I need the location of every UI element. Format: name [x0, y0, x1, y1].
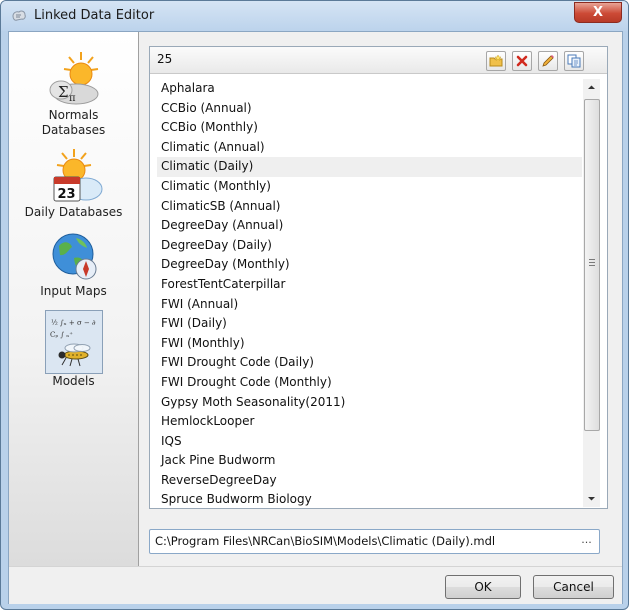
- list-item[interactable]: Gypsy Moth Seasonality(2011): [157, 393, 582, 413]
- list-item[interactable]: CCBio (Annual): [157, 99, 582, 119]
- edit-pencil-icon: [542, 55, 554, 67]
- svg-text:½ ∫ₓ + σ − ∂: ½ ∫ₓ + σ − ∂: [51, 319, 96, 327]
- model-list[interactable]: Aphalara CCBio (Annual) CCBio (Monthly) Cli…: [157, 79, 582, 507]
- list-item[interactable]: Climatic (Monthly): [157, 177, 582, 197]
- scroll-thumb[interactable]: [584, 99, 600, 431]
- list-item[interactable]: IQS: [157, 432, 582, 452]
- svg-text:π: π: [69, 93, 76, 104]
- chevron-up-icon: [588, 85, 595, 89]
- normals-sun-sigma-icon: Σ π: [49, 52, 98, 105]
- models-selected-frame: ½ ∫ₓ + σ − ∂ Cₚ ∫ ₙ⁺: [44, 310, 103, 374]
- svg-text:Cₚ ∫ ₙ⁺: Cₚ ∫ ₙ⁺: [50, 331, 73, 339]
- scroll-up-button[interactable]: [583, 79, 600, 96]
- sidebar-item-input-maps[interactable]: Input Maps: [9, 228, 138, 299]
- list-item[interactable]: Climatic (Daily): [157, 157, 582, 177]
- list-scrollbar[interactable]: [583, 79, 600, 507]
- delete-icon: [516, 55, 528, 67]
- new-folder-icon: [489, 54, 503, 67]
- list-item[interactable]: FWI (Daily): [157, 314, 582, 334]
- model-path-text: C:\Program Files\NRCan\BioSIM\Models\Cli…: [155, 534, 496, 548]
- title-bar[interactable]: Linked Data Editor X: [1, 1, 628, 31]
- sidebar-item-label: Normals: [48, 108, 99, 122]
- sidebar-item-label: Daily Databases: [24, 205, 123, 219]
- sidebar-item-normals-databases[interactable]: Σ π Normals Databases: [9, 50, 138, 138]
- new-folder-button[interactable]: [486, 51, 506, 71]
- list-item[interactable]: DegreeDay (Monthly): [157, 255, 582, 275]
- list-item[interactable]: Climatic (Annual): [157, 138, 582, 158]
- sidebar-item-label: Databases: [41, 123, 106, 137]
- list-item[interactable]: ReverseDegreeDay: [157, 471, 582, 491]
- dialog-client-area: Σ π Normals Databases 23 Daily Databases…: [8, 31, 623, 604]
- copy-button[interactable]: [564, 51, 584, 71]
- insect-formula-icon: ½ ∫ₓ + σ − ∂ Cₚ ∫ ₙ⁺: [50, 319, 96, 367]
- delete-button[interactable]: [512, 51, 532, 71]
- list-item[interactable]: FWI (Monthly): [157, 334, 582, 354]
- list-item[interactable]: Jack Pine Budworm: [157, 451, 582, 471]
- cancel-button[interactable]: Cancel: [533, 575, 614, 599]
- edit-button[interactable]: [538, 51, 558, 71]
- ok-button[interactable]: OK: [445, 575, 521, 599]
- list-item[interactable]: FWI (Annual): [157, 295, 582, 315]
- list-item[interactable]: DegreeDay (Daily): [157, 236, 582, 256]
- calendar-day-number: 23: [57, 187, 75, 202]
- copy-icon: [567, 54, 581, 68]
- category-sidebar: Σ π Normals Databases 23 Daily Databases…: [9, 32, 139, 566]
- model-path-field[interactable]: C:\Program Files\NRCan\BioSIM\Models\Cli…: [149, 529, 600, 554]
- thumb-grip: [589, 262, 595, 263]
- list-item[interactable]: DegreeDay (Annual): [157, 216, 582, 236]
- close-button[interactable]: X: [574, 2, 622, 23]
- list-item[interactable]: Spruce Budworm Biology: [157, 490, 582, 507]
- globe-compass-icon: [52, 233, 96, 280]
- sidebar-item-label: Models: [52, 374, 95, 388]
- daily-calendar-sun-icon: 23: [53, 149, 102, 202]
- app-icon: [12, 10, 26, 21]
- linked-data-editor-window: Linked Data Editor X Σ π Normals Databas…: [0, 0, 629, 610]
- list-item[interactable]: CCBio (Monthly): [157, 118, 582, 138]
- thumb-grip: [589, 265, 595, 266]
- list-item[interactable]: Aphalara: [157, 79, 582, 99]
- svg-text:Σ: Σ: [58, 83, 69, 101]
- thumb-grip: [589, 259, 595, 260]
- models-list-panel: 25 Aphalara CCBio (Annual) CCBio (Monthl…: [149, 46, 608, 509]
- window-title: Linked Data Editor: [34, 8, 155, 23]
- list-item[interactable]: FWI Drought Code (Daily): [157, 353, 582, 373]
- list-item[interactable]: FWI Drought Code (Monthly): [157, 373, 582, 393]
- chevron-down-icon: [588, 497, 595, 501]
- item-count: 25: [157, 52, 173, 66]
- sidebar-item-label: Input Maps: [40, 284, 107, 298]
- list-item[interactable]: ForestTentCaterpillar: [157, 275, 582, 295]
- list-item[interactable]: ClimaticSB (Annual): [157, 197, 582, 217]
- scroll-down-button[interactable]: [583, 490, 600, 507]
- sidebar-item-models[interactable]: ½ ∫ₓ + σ − ∂ Cₚ ∫ ₙ⁺ Models: [9, 310, 138, 389]
- list-item[interactable]: HemlockLooper: [157, 412, 582, 432]
- dialog-button-bar: OK Cancel: [9, 566, 622, 604]
- browse-button[interactable]: ...: [577, 533, 596, 550]
- sidebar-item-daily-databases[interactable]: 23 Daily Databases: [9, 147, 138, 220]
- list-toolbar: 25: [150, 47, 607, 74]
